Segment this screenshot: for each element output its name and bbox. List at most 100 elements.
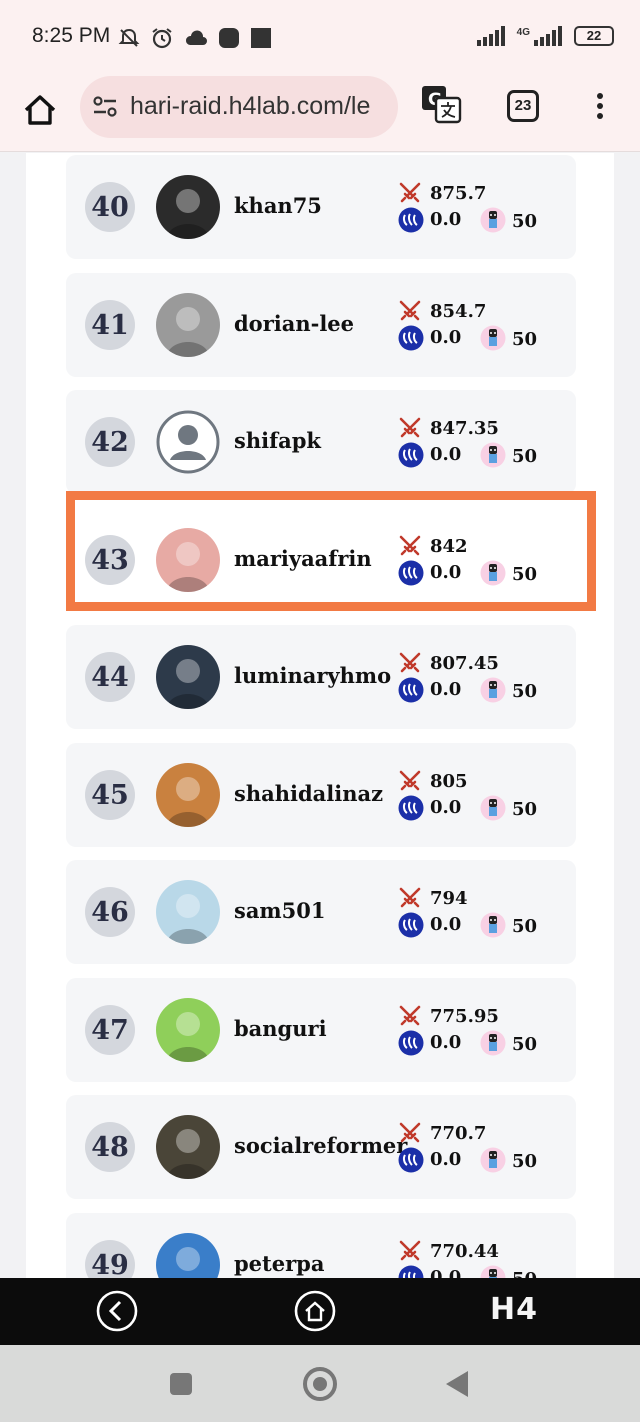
leaderboard-row[interactable]: 46 sam501 794 0.0 50 — [66, 860, 576, 964]
rank-badge: 42 — [85, 417, 135, 467]
bell-off-icon — [118, 28, 140, 47]
status-icons-left — [118, 26, 272, 50]
app-home-icon[interactable] — [294, 1290, 336, 1332]
username[interactable]: socialreformer — [234, 1133, 407, 1158]
avatar[interactable] — [156, 762, 220, 827]
username[interactable]: sam501 — [234, 898, 326, 923]
username[interactable]: shahidalinaz — [234, 781, 383, 806]
site-settings-icon[interactable] — [92, 95, 118, 119]
signal-icon-2 — [534, 26, 562, 46]
swords-icon — [399, 1005, 421, 1025]
browser-toolbar: hari-raid.h4lab.com/le G 23 — [0, 76, 640, 152]
avatar[interactable] — [156, 292, 220, 357]
username[interactable]: luminaryhmo — [234, 663, 391, 688]
avatar[interactable] — [156, 880, 220, 944]
h4-logo[interactable]: H4 — [490, 1292, 538, 1327]
leaderboard-row[interactable]: 48 socialreformer 770.7 0.0 50 — [66, 1095, 576, 1199]
swords-icon — [399, 887, 421, 908]
steem-icon — [398, 1030, 424, 1055]
leaderboard-row[interactable]: 45 shahidalinaz 805 0.0 50 — [66, 742, 576, 847]
steem-value: 0.0 — [430, 914, 462, 935]
character-icon — [480, 677, 506, 703]
rank-badge: 49 — [85, 1239, 135, 1278]
character-count: 50 — [512, 211, 538, 232]
steem-icon — [398, 1147, 424, 1173]
leaderboard-row[interactable]: 47 banguri 775.95 0.0 50 — [66, 977, 576, 1082]
home-icon[interactable] — [20, 90, 60, 130]
status-icons-right: 4G 22 — [476, 26, 614, 46]
character-icon — [480, 912, 506, 938]
character-icon — [480, 325, 506, 350]
rank-badge: 40 — [85, 182, 135, 232]
steem-icon — [398, 442, 424, 468]
page-content: 40 khan75 875.7 0.0 50 41 dorian-lee 854… — [0, 153, 640, 1278]
tab-switcher-button[interactable]: 23 — [507, 90, 539, 122]
steem-value: 0.0 — [430, 444, 462, 465]
swords-icon — [399, 182, 421, 203]
character-count: 50 — [512, 446, 538, 467]
status-bar: 8:25 PM 4G 22 — [0, 0, 640, 76]
raid-score: 775.95 — [430, 1005, 499, 1027]
swords-icon — [399, 652, 421, 673]
rank-badge: 44 — [85, 652, 135, 702]
leaderboard-row[interactable]: 41 dorian-lee 854.7 0.0 50 — [66, 272, 576, 377]
more-menu-icon[interactable] — [592, 93, 608, 123]
steem-value: 0.0 — [430, 209, 462, 230]
raid-score: 770.44 — [430, 1240, 499, 1262]
steem-value: 0.0 — [430, 326, 462, 348]
rank-badge: 45 — [85, 769, 135, 820]
avatar[interactable] — [156, 1232, 220, 1278]
avatar[interactable] — [156, 645, 220, 709]
signal-icon — [476, 26, 505, 46]
url-text[interactable]: hari-raid.h4lab.com/le — [130, 92, 370, 121]
battery-indicator: 22 — [574, 26, 614, 46]
steem-icon — [398, 325, 424, 350]
back-icon[interactable] — [96, 1290, 138, 1332]
home-button[interactable] — [303, 1367, 337, 1401]
username[interactable]: dorian-lee — [234, 311, 354, 336]
raid-score: 847.35 — [430, 418, 499, 439]
raid-score: 875.7 — [430, 183, 487, 204]
back-button[interactable] — [446, 1371, 468, 1397]
leaderboard-row[interactable]: 49 peterpa 770.44 0.0 50 — [66, 1212, 576, 1279]
username[interactable]: peterpa — [234, 1251, 324, 1276]
steem-icon — [398, 912, 424, 938]
rank-badge: 46 — [85, 887, 135, 937]
steem-value: 0.0 — [430, 1266, 462, 1279]
address-bar[interactable]: hari-raid.h4lab.com/le — [80, 76, 398, 138]
highlight-annotation — [66, 491, 596, 611]
swords-icon — [399, 417, 421, 438]
status-time: 8:25 PM — [32, 24, 111, 47]
app-notification-icon-2 — [251, 28, 271, 48]
swords-icon — [399, 300, 421, 320]
leaderboard-row[interactable]: 44 luminaryhmo 807.45 0.0 50 — [66, 625, 576, 729]
character-count: 50 — [512, 1269, 537, 1279]
swords-icon — [399, 1240, 421, 1260]
avatar[interactable] — [156, 1115, 220, 1179]
avatar[interactable] — [156, 175, 220, 239]
character-icon — [480, 207, 506, 233]
system-nav-bar — [0, 1345, 640, 1422]
leaderboard-row[interactable]: 40 khan75 875.7 0.0 50 — [66, 155, 576, 259]
swords-icon — [399, 770, 421, 790]
swords-icon — [399, 1122, 421, 1143]
character-count: 50 — [512, 798, 538, 820]
avatar[interactable] — [156, 410, 220, 474]
steem-icon — [398, 795, 424, 820]
recents-button[interactable] — [170, 1373, 192, 1395]
character-icon — [480, 1147, 506, 1173]
steem-value: 0.0 — [430, 1031, 462, 1053]
raid-score: 807.45 — [430, 653, 499, 674]
raid-score: 805 — [430, 770, 468, 792]
steem-value: 0.0 — [430, 796, 462, 818]
username[interactable]: shifapk — [234, 428, 321, 453]
leaderboard-row[interactable]: 42 shifapk 847.35 0.0 50 — [66, 390, 576, 494]
raid-score: 854.7 — [430, 300, 487, 322]
app-bottom-bar: H4 — [0, 1278, 640, 1345]
translate-icon[interactable]: G — [420, 84, 462, 124]
steem-value: 0.0 — [430, 679, 462, 700]
avatar[interactable] — [156, 997, 220, 1062]
username[interactable]: banguri — [234, 1016, 327, 1041]
username[interactable]: khan75 — [234, 193, 322, 218]
character-count: 50 — [512, 916, 538, 937]
